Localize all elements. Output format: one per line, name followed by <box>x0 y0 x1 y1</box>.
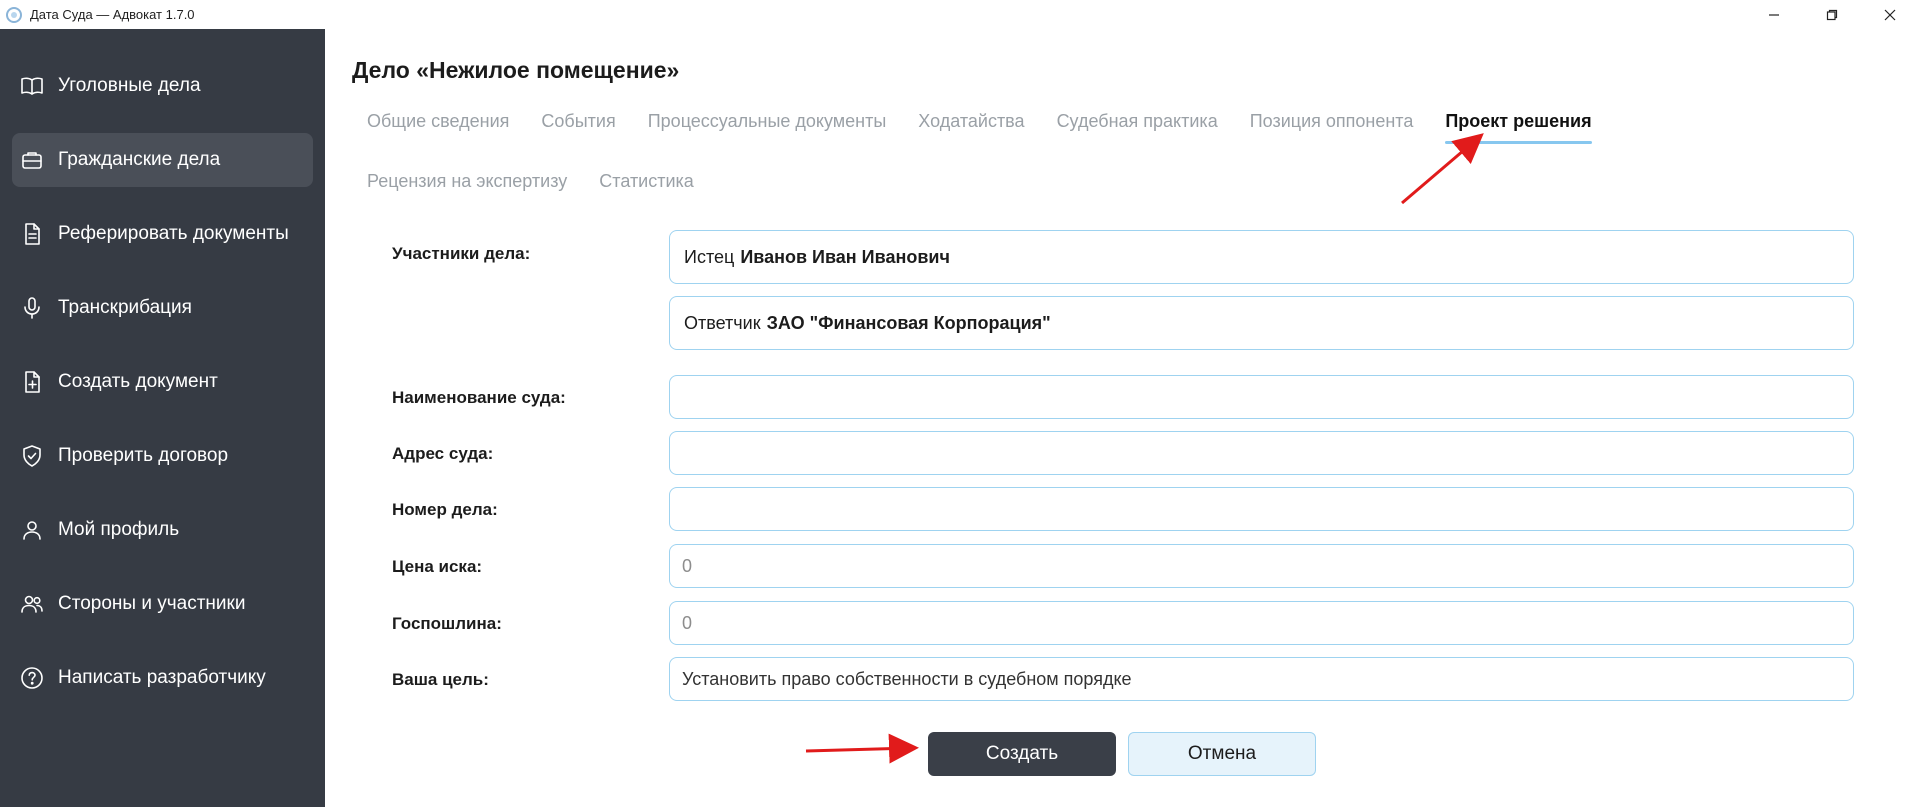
plaintiff-role: Истец <box>684 246 735 267</box>
defendant-field[interactable]: Ответчик ЗАО "Финансовая Корпорация" <box>669 296 1854 350</box>
sidebar-item-label: Транскрибация <box>58 297 192 318</box>
court-address-input[interactable] <box>669 431 1854 475</box>
sidebar-item-label: Уголовные дела <box>58 75 201 96</box>
minimize-icon[interactable] <box>1745 0 1803 29</box>
sidebar-item-label: Написать разработчику <box>58 667 266 688</box>
window-title: Дата Суда — Адвокат 1.7.0 <box>30 7 195 22</box>
tab-motions[interactable]: Ходатайства <box>918 101 1024 141</box>
sidebar-item-create-document[interactable]: Создать документ <box>12 355 313 409</box>
case-number-input[interactable] <box>669 487 1854 531</box>
document-text-icon <box>20 222 44 246</box>
title-bar: Дата Суда — Адвокат 1.7.0 <box>0 0 1919 29</box>
shield-check-icon <box>20 444 44 468</box>
sidebar-item-label: Стороны и участники <box>58 593 246 614</box>
state-fee-label: Госпошлина: <box>392 614 502 633</box>
sidebar-item-label: Гражданские дела <box>58 149 221 170</box>
tab-general-info[interactable]: Общие сведения <box>367 101 509 141</box>
goal-input[interactable]: Установить право собственности в судебно… <box>669 657 1854 701</box>
defendant-role: Ответчик <box>684 312 761 333</box>
tabs-row-1: Общие сведения События Процессуальные до… <box>367 101 1624 144</box>
court-name-label: Наименование суда: <box>392 388 566 407</box>
plaintiff-field[interactable]: Истец Иванов Иван Иванович <box>669 230 1854 284</box>
page-title: Дело «Нежилое помещение» <box>352 57 680 83</box>
sidebar-item-summarize-documents[interactable]: Реферировать документы <box>12 207 313 261</box>
participants-label: Участники дела: <box>392 244 531 263</box>
case-number-label: Номер дела: <box>392 500 498 519</box>
defendant-name: ЗАО "Финансовая Корпорация" <box>766 312 1051 333</box>
restore-icon[interactable] <box>1803 0 1861 29</box>
court-name-input[interactable] <box>669 375 1854 419</box>
tab-case-law[interactable]: Судебная практика <box>1057 101 1218 141</box>
create-button[interactable]: Создать <box>928 732 1116 776</box>
app-logo-icon <box>6 6 22 23</box>
tab-statistics[interactable]: Статистика <box>599 161 694 201</box>
tabs-row-2: Рецензия на экспертизу Статистика <box>367 161 726 201</box>
tab-expert-review[interactable]: Рецензия на экспертизу <box>367 161 567 201</box>
briefcase-icon <box>20 148 44 172</box>
sidebar-item-transcription[interactable]: Транскрибация <box>12 281 313 335</box>
state-fee-placeholder: 0 <box>682 612 693 633</box>
tab-procedural-documents[interactable]: Процессуальные документы <box>648 101 887 141</box>
sidebar-item-criminal-cases[interactable]: Уголовные дела <box>12 59 313 113</box>
sidebar-item-label: Реферировать документы <box>58 223 289 244</box>
claim-price-input[interactable]: 0 <box>669 544 1854 588</box>
window-controls <box>1745 0 1919 29</box>
sidebar-item-label: Проверить договор <box>58 445 229 466</box>
claim-price-placeholder: 0 <box>682 555 693 576</box>
tab-draft-decision[interactable]: Проект решения <box>1445 101 1592 144</box>
tab-events[interactable]: События <box>541 101 615 141</box>
state-fee-input[interactable]: 0 <box>669 601 1854 645</box>
plaintiff-name: Иванов Иван Иванович <box>740 246 950 267</box>
sidebar-item-contact-developer[interactable]: Написать разработчику <box>12 651 313 705</box>
sidebar-item-label: Мой профиль <box>58 519 180 540</box>
cancel-button[interactable]: Отмена <box>1128 732 1316 776</box>
close-icon[interactable] <box>1861 0 1919 29</box>
sidebar-item-civil-cases[interactable]: Гражданские дела <box>12 133 313 187</box>
microphone-icon <box>20 296 44 320</box>
sidebar: Уголовные дела Гражданские дела Рефериро… <box>0 29 325 807</box>
goal-value: Установить право собственности в судебно… <box>682 668 1132 689</box>
sidebar-item-check-contract[interactable]: Проверить договор <box>12 429 313 483</box>
goal-label: Ваша цель: <box>392 670 489 689</box>
claim-price-label: Цена иска: <box>392 557 483 576</box>
court-address-label: Адрес суда: <box>392 444 494 463</box>
help-circle-icon <box>20 666 44 690</box>
sidebar-item-parties[interactable]: Стороны и участники <box>12 577 313 631</box>
tab-opponent-position[interactable]: Позиция оппонента <box>1250 101 1414 141</box>
sidebar-item-my-profile[interactable]: Мой профиль <box>12 503 313 557</box>
user-icon <box>20 518 44 542</box>
book-open-icon <box>20 74 44 98</box>
file-plus-icon <box>20 370 44 394</box>
sidebar-item-label: Создать документ <box>58 371 218 392</box>
users-icon <box>20 592 44 616</box>
main-panel: Дело «Нежилое помещение» Общие сведения … <box>325 29 1919 807</box>
